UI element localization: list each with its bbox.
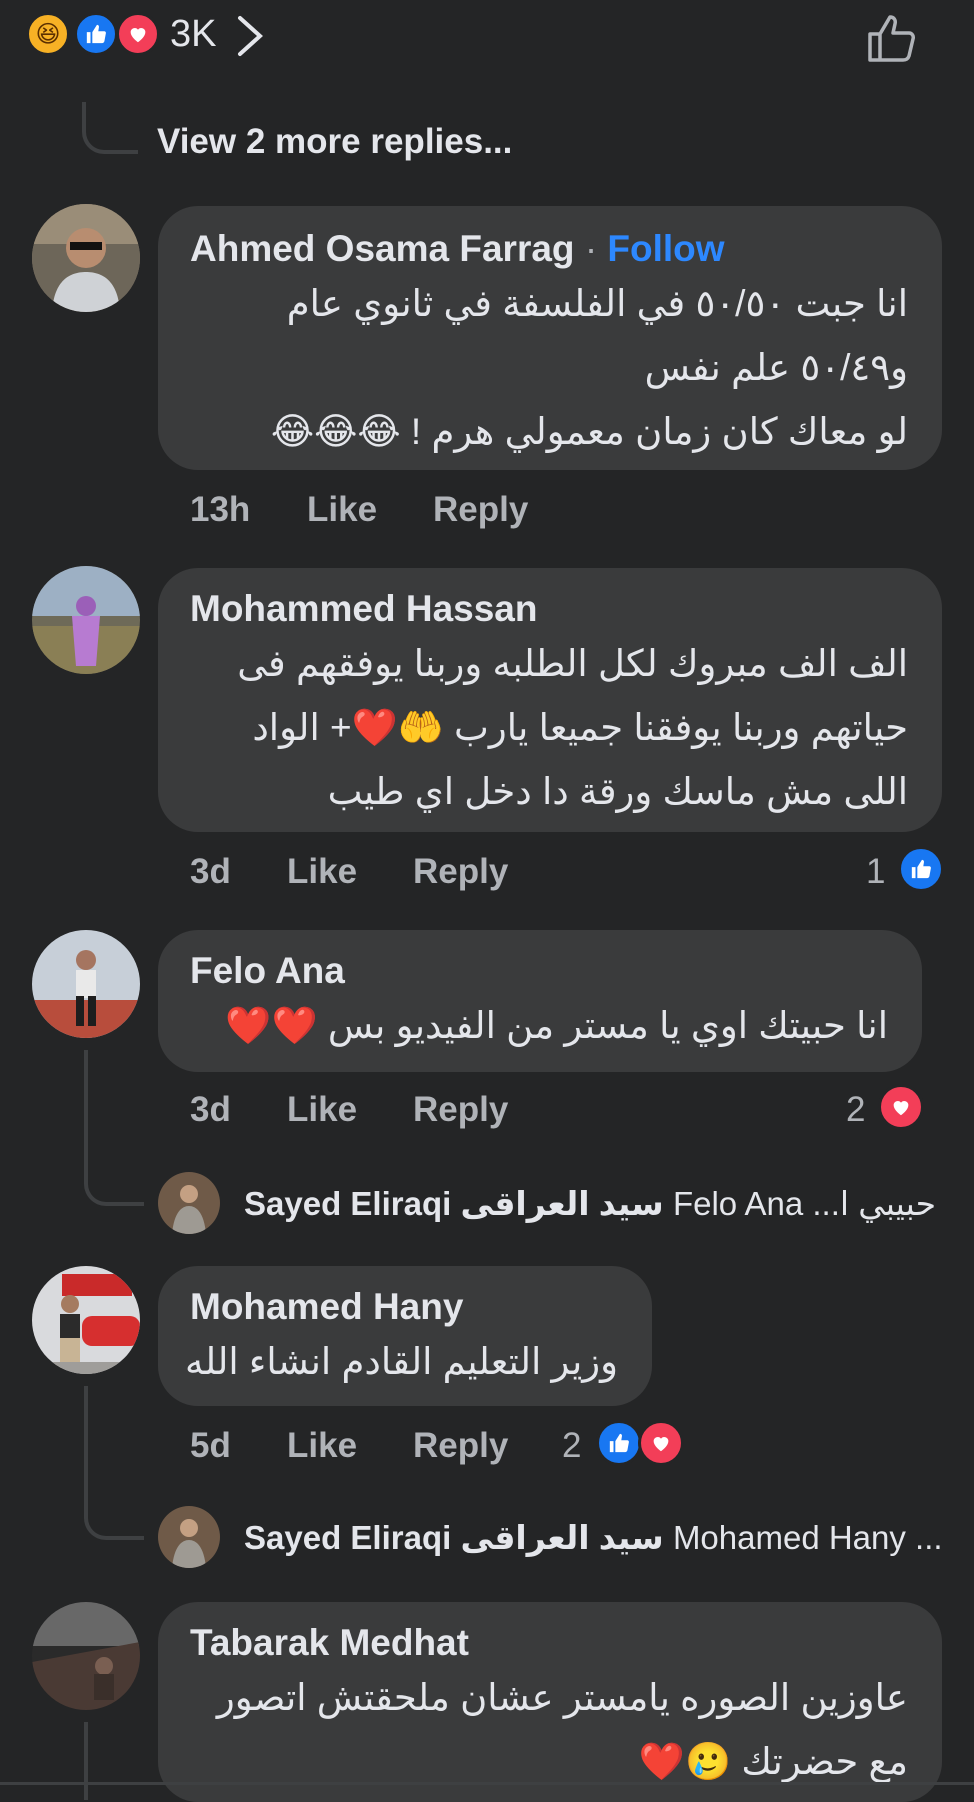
reply-preview[interactable]: Sayed Eliraqi سيد العراقى Mohamed Hany .… (244, 1518, 943, 1557)
avatar[interactable] (158, 1172, 220, 1234)
reply-preview-text: Felo Ana ...حبيبي ا (672, 1185, 936, 1222)
like-button[interactable]: Like (287, 1426, 357, 1466)
comment-text-line: انا حبيتك اوي يا مستر من الفيديو بس ❤️❤️ (225, 1005, 888, 1046)
author-name[interactable]: Mohamed Hany (190, 1286, 463, 1328)
comment-author[interactable]: Ahmed Osama Farrag · Follow (190, 228, 725, 270)
view-more-replies-link[interactable]: View 2 more replies... (157, 122, 512, 162)
comment-text-line: اللى مش ماسك ورقة دا دخل اي طيب (327, 771, 908, 812)
like-reaction-icon[interactable] (596, 1420, 642, 1466)
reply-button[interactable]: Reply (433, 490, 528, 530)
haha-reaction-icon[interactable]: 😆 (26, 12, 70, 56)
thumbs-up-outline-icon[interactable] (864, 10, 920, 71)
author-name[interactable]: Mohammed Hassan (190, 588, 538, 630)
love-reaction-icon[interactable] (878, 1084, 924, 1130)
reply-preview[interactable]: Sayed Eliraqi سيد العراقى Felo Ana ...حب… (244, 1184, 936, 1223)
bottom-divider (0, 1782, 974, 1785)
avatar[interactable] (32, 204, 140, 312)
reply-author[interactable]: Sayed Eliraqi سيد العراقى (244, 1185, 664, 1222)
avatar[interactable] (32, 566, 140, 674)
thread-connector (84, 1494, 144, 1540)
comment-bubble[interactable]: Felo Ana انا حبيتك اوي يا مستر من الفيدي… (158, 930, 922, 1072)
thread-connector (84, 1722, 88, 1800)
love-reaction-icon[interactable] (116, 12, 160, 56)
comment-timestamp: 3d (190, 1090, 231, 1129)
chevron-right-icon[interactable] (232, 14, 266, 63)
comment-timestamp: 3d (190, 852, 231, 891)
comment-timestamp: 5d (190, 1426, 231, 1465)
like-reaction-icon[interactable] (898, 846, 944, 892)
avatar[interactable] (158, 1506, 220, 1568)
thread-connector (84, 1160, 144, 1206)
reaction-count[interactable]: 1 (866, 852, 885, 892)
comment-text-line: عاوزين الصوره يامستر عشان ملحقتش اتصور (216, 1677, 908, 1718)
reply-button[interactable]: Reply (413, 852, 508, 892)
like-button[interactable]: Like (287, 1090, 357, 1130)
follow-button[interactable]: Follow (607, 228, 724, 269)
comment-text-line: وزير التعليم القادم انشاء الله (185, 1341, 618, 1382)
reaction-count[interactable]: 3K (170, 13, 216, 56)
separator-dot: · (584, 228, 598, 269)
like-button[interactable]: Like (287, 852, 357, 892)
reply-button[interactable]: Reply (413, 1090, 508, 1130)
reaction-count[interactable]: 2 (846, 1090, 865, 1130)
reply-author[interactable]: Sayed Eliraqi سيد العراقى (244, 1519, 664, 1556)
avatar[interactable] (32, 1602, 140, 1710)
comment-text-line: انا جبت ٥٠/٥٠ في الفلسفة في ثانوي عام (286, 283, 908, 324)
reply-button[interactable]: Reply (413, 1426, 508, 1466)
comment-timestamp: 13h (190, 490, 251, 529)
comment-bubble[interactable]: Mohammed Hassan الف الف مبروك لكل الطلبه… (158, 568, 942, 832)
comment-bubble[interactable]: Tabarak Medhat عاوزين الصوره يامستر عشان… (158, 1602, 942, 1802)
reaction-count[interactable]: 2 (562, 1426, 581, 1466)
comment-text-line: حياتهم وربنا يوفقنا جميعا يارب 🤲❤️+ الوا… (252, 707, 908, 748)
author-name[interactable]: Felo Ana (190, 950, 345, 992)
thread-connector (82, 102, 138, 154)
comment-text-line: و٥٠/٤٩ علم نفس (644, 347, 908, 388)
comment-bubble[interactable]: Ahmed Osama Farrag · Follow انا جبت ٥٠/٥… (158, 206, 942, 470)
comment-bubble[interactable]: Mohamed Hany وزير التعليم القادم انشاء ا… (158, 1266, 652, 1406)
author-name[interactable]: Ahmed Osama Farrag (190, 228, 575, 269)
love-reaction-icon[interactable] (638, 1420, 684, 1466)
comment-text-line: الف الف مبروك لكل الطلبه وربنا يوفقهم فى (237, 643, 908, 684)
avatar[interactable] (32, 1266, 140, 1374)
reply-preview-text: Mohamed Hany ... (672, 1519, 943, 1556)
avatar[interactable] (32, 930, 140, 1038)
like-button[interactable]: Like (307, 490, 377, 530)
comment-text-line: لو معاك كان زمان معمولي هرم ! 😂😂😂 (270, 411, 908, 452)
author-name[interactable]: Tabarak Medhat (190, 1622, 469, 1664)
like-reaction-icon[interactable] (74, 12, 118, 56)
